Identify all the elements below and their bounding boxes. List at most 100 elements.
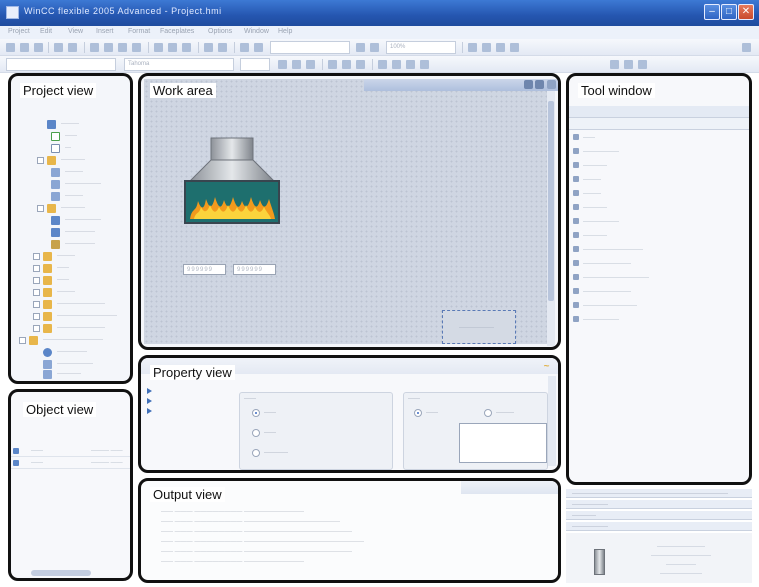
scroll-left-icon[interactable] (524, 80, 533, 89)
tree-folder[interactable]: ——— (17, 288, 127, 298)
align-right-icon[interactable] (356, 60, 365, 69)
fill-color-icon[interactable] (468, 43, 477, 52)
menu-help[interactable]: Help (278, 28, 292, 35)
rotate-icon[interactable] (406, 60, 415, 69)
layer-icon[interactable] (378, 60, 387, 69)
project-tree[interactable]: ——— —— — ———— ——— —————— ——— ———— ——————… (17, 118, 127, 380)
line-style-icon[interactable] (510, 43, 519, 52)
menu-edit[interactable]: Edit (40, 28, 52, 35)
tree-item[interactable]: — (17, 144, 127, 154)
menu-project[interactable]: Project (8, 28, 30, 35)
library-row[interactable]: ———— (566, 510, 752, 520)
maximize-icon[interactable]: □ (721, 4, 737, 20)
tree-folder[interactable]: ——— (17, 252, 127, 262)
object-row[interactable]: —— ——— —— (11, 447, 130, 457)
runtime-icon[interactable] (182, 43, 191, 52)
font-combo[interactable]: Tahoma (124, 58, 234, 71)
bring-front-icon[interactable] (240, 43, 249, 52)
transfer-icon[interactable] (168, 43, 177, 52)
tree-item[interactable]: —————— (17, 216, 127, 226)
screen-combo[interactable] (6, 58, 116, 71)
menu-window[interactable]: Window (244, 28, 269, 35)
tree-folder[interactable]: ———— (17, 204, 127, 214)
object-view-scrollbar[interactable] (31, 570, 91, 576)
close-icon[interactable]: ✕ (738, 4, 754, 20)
text-input[interactable] (459, 423, 547, 463)
zoom-out-icon[interactable] (370, 43, 379, 52)
underline-icon[interactable] (306, 60, 315, 69)
align-icon[interactable] (204, 43, 213, 52)
new-icon[interactable] (6, 43, 15, 52)
tool-list[interactable]: —— —————— ———— ——— ——— ———— —————— ———— … (573, 134, 745, 334)
tree-folder[interactable]: ———— (17, 156, 127, 166)
font-color-icon[interactable] (496, 43, 505, 52)
text-radio-1[interactable] (414, 409, 422, 417)
work-area-scrollbar[interactable] (547, 91, 555, 346)
chart-icon[interactable] (638, 60, 647, 69)
tree-item[interactable]: ————— (17, 348, 127, 358)
menu-options[interactable]: Options (208, 28, 232, 35)
io-field-1[interactable]: 999999 (183, 264, 226, 275)
selected-button-object[interactable]: ————— (442, 310, 516, 344)
tree-item[interactable]: —————— (17, 180, 127, 190)
send-back-icon[interactable] (254, 43, 263, 52)
undo-icon[interactable] (54, 43, 63, 52)
minimize-icon[interactable]: – (704, 4, 720, 20)
library-icon[interactable] (610, 60, 619, 69)
copy-icon[interactable] (104, 43, 113, 52)
io-field-2[interactable]: 999999 (233, 264, 276, 275)
menu-format[interactable]: Format (128, 28, 150, 35)
tree-folder[interactable]: —————————— (17, 336, 127, 346)
type-radio-3[interactable] (252, 449, 260, 457)
align-center-icon[interactable] (342, 60, 351, 69)
align-left-icon[interactable] (328, 60, 337, 69)
type-radio-2[interactable] (252, 429, 260, 437)
open-icon[interactable] (20, 43, 29, 52)
tree-item[interactable]: ——— (17, 192, 127, 202)
tree-item[interactable]: —— (17, 132, 127, 142)
tool-category-header[interactable] (569, 106, 749, 118)
type-radio-1[interactable] (252, 409, 260, 417)
zoom-combo[interactable]: 100% (386, 41, 456, 54)
tree-item[interactable]: ——— (17, 168, 127, 178)
tree-folder[interactable]: ———————— (17, 324, 127, 334)
scroll-right-icon[interactable] (535, 80, 544, 89)
property-view-scrollbar[interactable] (548, 376, 556, 466)
expand-icon[interactable] (147, 388, 152, 394)
library-row[interactable]: —————— (566, 499, 752, 509)
cut-icon[interactable] (90, 43, 99, 52)
group-icon[interactable] (218, 43, 227, 52)
compile-icon[interactable] (154, 43, 163, 52)
redo-icon[interactable] (68, 43, 77, 52)
delete-icon[interactable] (132, 43, 141, 52)
expand-icon[interactable] (147, 398, 152, 404)
tree-folder[interactable]: —— (17, 264, 127, 274)
object-row[interactable]: —— ——— —— (11, 459, 130, 469)
library-row[interactable]: —————————————————————————— (566, 488, 752, 498)
object-combo[interactable] (270, 41, 350, 54)
tree-item[interactable]: ————— (17, 240, 127, 250)
screen-canvas[interactable]: 999999 999999 ————— (144, 79, 558, 346)
font-size-combo[interactable] (240, 58, 270, 71)
zoom-in-icon[interactable] (356, 43, 365, 52)
close-screen-icon[interactable] (547, 80, 556, 89)
tree-item[interactable]: ————— (17, 228, 127, 238)
save-icon[interactable] (34, 43, 43, 52)
menu-faceplates[interactable]: Faceplates (160, 28, 194, 35)
menu-insert[interactable]: Insert (96, 28, 114, 35)
italic-icon[interactable] (292, 60, 301, 69)
toolbar-options-icon[interactable] (742, 43, 751, 52)
table-icon[interactable] (624, 60, 633, 69)
menu-view[interactable]: View (68, 28, 83, 35)
line-color-icon[interactable] (482, 43, 491, 52)
tree-folder[interactable]: —————————— (17, 312, 127, 322)
bold-icon[interactable] (278, 60, 287, 69)
paste-icon[interactable] (118, 43, 127, 52)
tree-folder[interactable]: —— (17, 276, 127, 286)
expand-icon[interactable] (147, 408, 152, 414)
property-category-list[interactable] (145, 388, 235, 468)
tree-folder[interactable]: ———————— (17, 300, 127, 310)
tree-item[interactable]: ———— (17, 370, 127, 380)
tool-category-header[interactable] (569, 118, 749, 130)
grid-icon[interactable] (392, 60, 401, 69)
